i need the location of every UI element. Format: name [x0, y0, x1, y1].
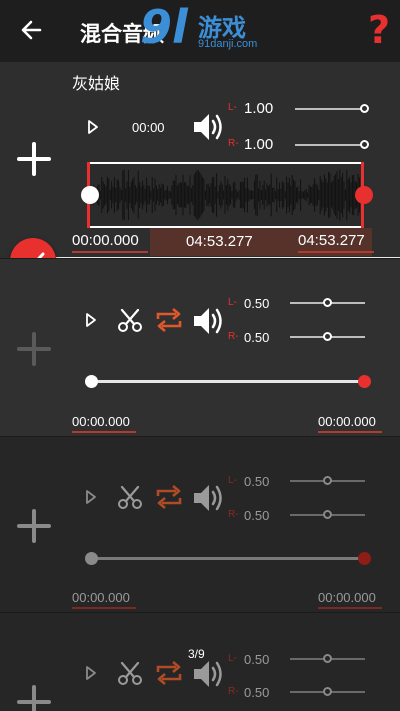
left-channel-label: L- [228, 653, 237, 664]
track-4: 3/9 L- 0.50 R- 0.50 [0, 612, 400, 711]
add-track-button[interactable] [17, 685, 51, 711]
volume-icon[interactable] [192, 657, 224, 696]
start-time[interactable]: 00:00.000 [72, 414, 130, 429]
end-handle[interactable] [355, 186, 373, 204]
scissors-icon[interactable] [117, 660, 143, 691]
right-volume-slider[interactable] [295, 144, 365, 146]
start-handle[interactable] [81, 186, 99, 204]
logo-domain: 91danji.com [198, 38, 258, 50]
end-time-underline [318, 607, 382, 609]
track-3: L- 0.50 R- 0.50 00:00.000 00:00.000 [0, 436, 400, 612]
left-volume-slider[interactable] [295, 108, 365, 110]
end-time-underline [318, 431, 382, 433]
logo-mark: 9l [140, 0, 188, 54]
right-channel-label: R- [228, 686, 239, 697]
end-handle[interactable] [358, 552, 371, 565]
right-volume-knob[interactable] [323, 332, 332, 341]
left-channel-value: 0.50 [244, 474, 270, 489]
start-handle[interactable] [85, 552, 98, 565]
waveform[interactable] [88, 162, 364, 228]
play-icon[interactable] [84, 665, 98, 681]
left-channel-label: L- [228, 297, 237, 308]
track-name: 灰姑娘 [72, 74, 121, 93]
add-track-button[interactable] [17, 332, 51, 366]
start-time-underline [72, 251, 148, 253]
end-time[interactable]: 00:00.000 [318, 414, 376, 429]
track-1: 灰姑娘 00:00 L- 1.00 R- 1.00 00:00.000 04:5… [0, 62, 400, 258]
left-volume-knob[interactable] [323, 654, 332, 663]
play-icon[interactable] [84, 489, 98, 505]
left-channel-label: L- [228, 102, 237, 113]
right-volume-knob[interactable] [323, 687, 332, 696]
left-channel-value: 0.50 [244, 296, 270, 311]
volume-icon[interactable] [192, 110, 224, 149]
track-2: L- 0.50 R- 0.50 00:00.000 00:00.000 [0, 258, 400, 436]
add-track-button[interactable] [17, 509, 51, 543]
current-time: 04:53.277 [186, 233, 253, 250]
start-time-underline [72, 607, 136, 609]
scissors-icon[interactable] [117, 484, 143, 515]
right-channel-label: R- [228, 138, 239, 149]
repeat-icon[interactable] [154, 482, 184, 517]
play-icon[interactable] [86, 119, 100, 135]
left-volume-knob[interactable] [360, 104, 369, 113]
seek-bar[interactable] [90, 380, 364, 383]
repeat-icon[interactable] [154, 305, 184, 340]
left-channel-value: 1.00 [244, 100, 274, 117]
seek-bar[interactable] [90, 557, 364, 560]
left-channel-label: L- [228, 475, 237, 486]
right-volume-knob[interactable] [323, 510, 332, 519]
right-channel-value: 1.00 [244, 136, 274, 153]
right-channel-value: 0.50 [244, 330, 270, 345]
right-channel-value: 0.50 [244, 508, 270, 523]
end-time-underline [298, 251, 374, 253]
scissors-icon[interactable] [117, 307, 143, 338]
right-channel-label: R- [228, 509, 239, 520]
right-channel-label: R- [228, 331, 239, 342]
play-icon[interactable] [84, 312, 98, 328]
start-time-underline [72, 431, 136, 433]
left-channel-value: 0.50 [244, 652, 270, 667]
right-volume-knob[interactable] [360, 140, 369, 149]
right-channel-value: 0.50 [244, 685, 270, 700]
help-icon[interactable]: ? [368, 8, 390, 52]
repeat-icon[interactable] [154, 658, 184, 693]
left-volume-knob[interactable] [323, 476, 332, 485]
start-time[interactable]: 00:00.000 [72, 232, 139, 249]
end-time[interactable]: 00:00.000 [318, 590, 376, 605]
top-bar: 混合音频 9l 游戏 91danji.com ? [0, 0, 400, 62]
play-time: 00:00 [132, 120, 165, 135]
watermark-logo: 9l 游戏 91danji.com [140, 0, 270, 56]
volume-icon[interactable] [192, 481, 224, 520]
start-handle[interactable] [85, 375, 98, 388]
back-arrow-icon[interactable] [18, 16, 46, 44]
end-handle[interactable] [358, 375, 371, 388]
end-time[interactable]: 04:53.277 [298, 232, 365, 249]
start-time[interactable]: 00:00.000 [72, 590, 130, 605]
add-track-button[interactable] [17, 142, 51, 176]
volume-icon[interactable] [192, 304, 224, 343]
left-volume-knob[interactable] [323, 298, 332, 307]
